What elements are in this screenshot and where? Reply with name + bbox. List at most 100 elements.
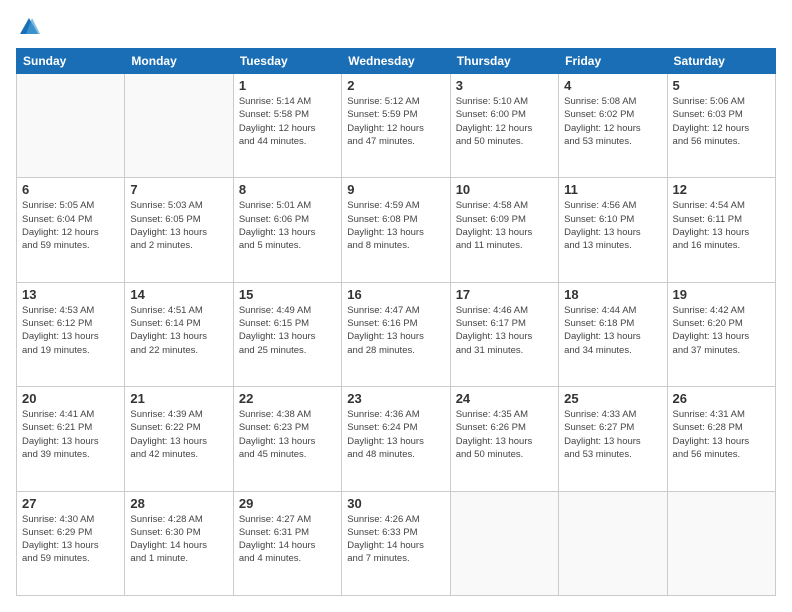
- weekday-header-saturday: Saturday: [667, 49, 775, 74]
- day-number: 23: [347, 391, 444, 406]
- calendar-cell: 21 Sunrise: 4:39 AM Sunset: 6:22 PM Dayli…: [125, 387, 233, 491]
- calendar-cell: 3 Sunrise: 5:10 AM Sunset: 6:00 PM Daylig…: [450, 74, 558, 178]
- calendar-cell: 24 Sunrise: 4:35 AM Sunset: 6:26 PM Dayli…: [450, 387, 558, 491]
- day-info: Sunrise: 4:38 AM Sunset: 6:23 PM Dayligh…: [239, 408, 336, 461]
- calendar-cell: 9 Sunrise: 4:59 AM Sunset: 6:08 PM Daylig…: [342, 178, 450, 282]
- calendar-cell: [667, 491, 775, 595]
- day-info: Sunrise: 4:36 AM Sunset: 6:24 PM Dayligh…: [347, 408, 444, 461]
- day-number: 17: [456, 287, 553, 302]
- calendar-cell: 11 Sunrise: 4:56 AM Sunset: 6:10 PM Dayli…: [559, 178, 667, 282]
- day-number: 3: [456, 78, 553, 93]
- calendar-cell: 25Sunrise: 4:33 AM Sunset: 6:27 PM Dayli…: [559, 387, 667, 491]
- day-info: Sunrise: 4:39 AM Sunset: 6:22 PM Dayligh…: [130, 408, 227, 461]
- calendar-week-2: 6 Sunrise: 5:05 AM Sunset: 6:04 PM Daylig…: [17, 178, 776, 282]
- calendar-cell: 20 Sunrise: 4:41 AM Sunset: 6:21 PM Dayli…: [17, 387, 125, 491]
- day-info: Sunrise: 5:08 AM Sunset: 6:02 PM Dayligh…: [564, 95, 661, 148]
- day-info: Sunrise: 4:35 AM Sunset: 6:26 PM Dayligh…: [456, 408, 553, 461]
- calendar-cell: 8 Sunrise: 5:01 AM Sunset: 6:06 PM Daylig…: [233, 178, 341, 282]
- calendar-cell: [559, 491, 667, 595]
- day-number: 20: [22, 391, 119, 406]
- header: [16, 16, 776, 38]
- day-info: Sunrise: 4:27 AM Sunset: 6:31 PM Dayligh…: [239, 513, 336, 566]
- calendar-cell: 14Sunrise: 4:51 AM Sunset: 6:14 PM Dayli…: [125, 282, 233, 386]
- day-info: Sunrise: 5:01 AM Sunset: 6:06 PM Dayligh…: [239, 199, 336, 252]
- day-number: 4: [564, 78, 661, 93]
- calendar-cell: 10Sunrise: 4:58 AM Sunset: 6:09 PM Dayli…: [450, 178, 558, 282]
- calendar-cell: 16 Sunrise: 4:47 AM Sunset: 6:16 PM Dayli…: [342, 282, 450, 386]
- logo-icon: [18, 16, 40, 38]
- day-number: 7: [130, 182, 227, 197]
- calendar-cell: 26Sunrise: 4:31 AM Sunset: 6:28 PM Dayli…: [667, 387, 775, 491]
- weekday-header-monday: Monday: [125, 49, 233, 74]
- day-number: 16: [347, 287, 444, 302]
- calendar-cell: 12 Sunrise: 4:54 AM Sunset: 6:11 PM Dayli…: [667, 178, 775, 282]
- calendar-cell: 18 Sunrise: 4:44 AM Sunset: 6:18 PM Dayli…: [559, 282, 667, 386]
- day-number: 30: [347, 496, 444, 511]
- day-number: 11: [564, 182, 661, 197]
- day-number: 21: [130, 391, 227, 406]
- day-number: 29: [239, 496, 336, 511]
- calendar-week-4: 20 Sunrise: 4:41 AM Sunset: 6:21 PM Dayli…: [17, 387, 776, 491]
- day-number: 12: [673, 182, 770, 197]
- day-info: Sunrise: 5:05 AM Sunset: 6:04 PM Dayligh…: [22, 199, 119, 252]
- day-info: Sunrise: 5:10 AM Sunset: 6:00 PM Dayligh…: [456, 95, 553, 148]
- calendar-cell: 30 Sunrise: 4:26 AM Sunset: 6:33 PM Dayli…: [342, 491, 450, 595]
- day-number: 9: [347, 182, 444, 197]
- day-number: 5: [673, 78, 770, 93]
- day-number: 28: [130, 496, 227, 511]
- day-info: Sunrise: 5:06 AM Sunset: 6:03 PM Dayligh…: [673, 95, 770, 148]
- day-number: 24: [456, 391, 553, 406]
- day-number: 1: [239, 78, 336, 93]
- calendar-week-1: 1 Sunrise: 5:14 AM Sunset: 5:58 PM Daylig…: [17, 74, 776, 178]
- day-info: Sunrise: 4:59 AM Sunset: 6:08 PM Dayligh…: [347, 199, 444, 252]
- day-info: Sunrise: 5:14 AM Sunset: 5:58 PM Dayligh…: [239, 95, 336, 148]
- day-number: 18: [564, 287, 661, 302]
- day-info: Sunrise: 4:42 AM Sunset: 6:20 PM Dayligh…: [673, 304, 770, 357]
- day-info: Sunrise: 4:47 AM Sunset: 6:16 PM Dayligh…: [347, 304, 444, 357]
- calendar-cell: 29 Sunrise: 4:27 AM Sunset: 6:31 PM Dayli…: [233, 491, 341, 595]
- day-info: Sunrise: 4:51 AM Sunset: 6:14 PM Dayligh…: [130, 304, 227, 357]
- calendar-week-5: 27Sunrise: 4:30 AM Sunset: 6:29 PM Dayli…: [17, 491, 776, 595]
- day-info: Sunrise: 4:26 AM Sunset: 6:33 PM Dayligh…: [347, 513, 444, 566]
- day-number: 25: [564, 391, 661, 406]
- calendar-cell: 1 Sunrise: 5:14 AM Sunset: 5:58 PM Daylig…: [233, 74, 341, 178]
- day-info: Sunrise: 4:46 AM Sunset: 6:17 PM Dayligh…: [456, 304, 553, 357]
- day-info: Sunrise: 4:44 AM Sunset: 6:18 PM Dayligh…: [564, 304, 661, 357]
- day-info: Sunrise: 4:54 AM Sunset: 6:11 PM Dayligh…: [673, 199, 770, 252]
- day-number: 8: [239, 182, 336, 197]
- calendar-cell: 22 Sunrise: 4:38 AM Sunset: 6:23 PM Dayli…: [233, 387, 341, 491]
- calendar-cell: 15 Sunrise: 4:49 AM Sunset: 6:15 PM Dayli…: [233, 282, 341, 386]
- calendar-cell: 13Sunrise: 4:53 AM Sunset: 6:12 PM Dayli…: [17, 282, 125, 386]
- logo: [16, 16, 40, 38]
- calendar-cell: [17, 74, 125, 178]
- calendar-cell: [125, 74, 233, 178]
- calendar-cell: 23 Sunrise: 4:36 AM Sunset: 6:24 PM Dayli…: [342, 387, 450, 491]
- weekday-header-wednesday: Wednesday: [342, 49, 450, 74]
- weekday-header-row: SundayMondayTuesdayWednesdayThursdayFrid…: [17, 49, 776, 74]
- calendar-cell: 27Sunrise: 4:30 AM Sunset: 6:29 PM Dayli…: [17, 491, 125, 595]
- day-info: Sunrise: 4:49 AM Sunset: 6:15 PM Dayligh…: [239, 304, 336, 357]
- day-info: Sunrise: 5:12 AM Sunset: 5:59 PM Dayligh…: [347, 95, 444, 148]
- day-info: Sunrise: 4:31 AM Sunset: 6:28 PM Dayligh…: [673, 408, 770, 461]
- day-info: Sunrise: 4:41 AM Sunset: 6:21 PM Dayligh…: [22, 408, 119, 461]
- weekday-header-thursday: Thursday: [450, 49, 558, 74]
- weekday-header-friday: Friday: [559, 49, 667, 74]
- day-info: Sunrise: 4:30 AM Sunset: 6:29 PM Dayligh…: [22, 513, 119, 566]
- weekday-header-tuesday: Tuesday: [233, 49, 341, 74]
- calendar-table: SundayMondayTuesdayWednesdayThursdayFrid…: [16, 48, 776, 596]
- day-info: Sunrise: 4:56 AM Sunset: 6:10 PM Dayligh…: [564, 199, 661, 252]
- day-info: Sunrise: 5:03 AM Sunset: 6:05 PM Dayligh…: [130, 199, 227, 252]
- day-number: 19: [673, 287, 770, 302]
- day-number: 15: [239, 287, 336, 302]
- calendar-cell: 17 Sunrise: 4:46 AM Sunset: 6:17 PM Dayli…: [450, 282, 558, 386]
- calendar-cell: 28Sunrise: 4:28 AM Sunset: 6:30 PM Dayli…: [125, 491, 233, 595]
- day-number: 2: [347, 78, 444, 93]
- day-number: 22: [239, 391, 336, 406]
- calendar-week-3: 13Sunrise: 4:53 AM Sunset: 6:12 PM Dayli…: [17, 282, 776, 386]
- weekday-header-sunday: Sunday: [17, 49, 125, 74]
- calendar-cell: 2 Sunrise: 5:12 AM Sunset: 5:59 PM Daylig…: [342, 74, 450, 178]
- calendar-cell: 19 Sunrise: 4:42 AM Sunset: 6:20 PM Dayli…: [667, 282, 775, 386]
- day-number: 10: [456, 182, 553, 197]
- calendar-cell: 7 Sunrise: 5:03 AM Sunset: 6:05 PM Daylig…: [125, 178, 233, 282]
- day-number: 6: [22, 182, 119, 197]
